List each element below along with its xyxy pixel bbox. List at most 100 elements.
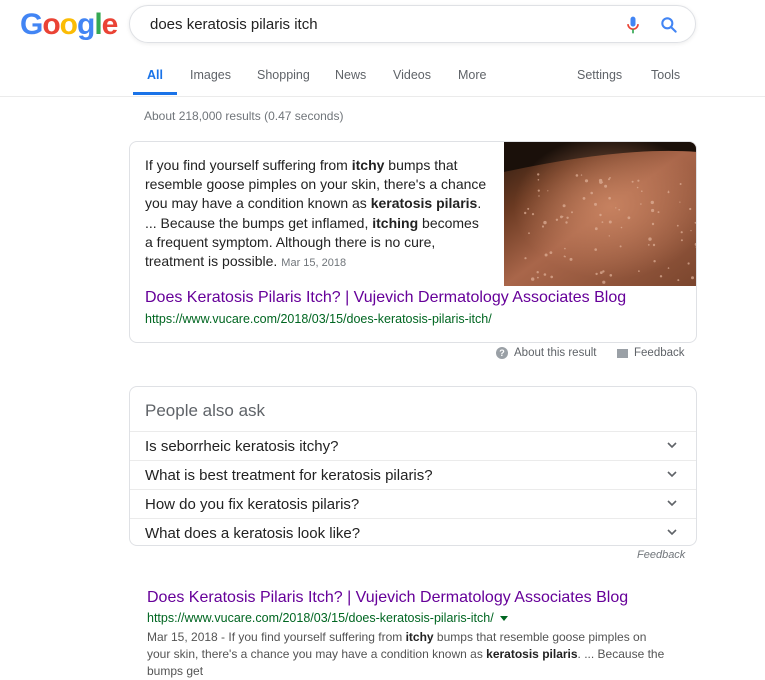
feedback-label: Feedback xyxy=(634,347,685,359)
skin-bump xyxy=(618,208,620,211)
paa-question[interactable]: What does a keratosis look like? xyxy=(130,518,696,547)
paa-heading: People also ask xyxy=(145,401,266,420)
skin-bump xyxy=(636,186,639,189)
snippet-title-link[interactable]: Does Keratosis Pilaris Itch? | Vujevich … xyxy=(145,289,626,307)
skin-bump xyxy=(555,218,559,221)
chevron-down-icon xyxy=(667,529,677,536)
skin-bump xyxy=(563,255,566,258)
skin-bump xyxy=(679,183,682,185)
tab-tools[interactable]: Tools xyxy=(651,68,680,82)
paa-question[interactable]: What is best treatment for keratosis pil… xyxy=(130,460,696,489)
skin-bump xyxy=(524,257,527,260)
paa-question[interactable]: How do you fix keratosis pilaris? xyxy=(130,489,696,518)
search-icon[interactable] xyxy=(659,15,679,35)
search-input[interactable] xyxy=(148,15,612,34)
bold-term: itchy xyxy=(351,157,385,173)
skin-bump xyxy=(615,207,617,209)
skin-bump xyxy=(679,201,681,203)
skin-bump xyxy=(599,213,602,217)
text-segment: - If you find yourself suffering from xyxy=(217,630,406,644)
skin-bump xyxy=(531,277,535,281)
skin-bump xyxy=(694,221,696,224)
skin-bump xyxy=(627,216,631,220)
skin-bump xyxy=(594,227,598,231)
logo-letter: o xyxy=(59,8,78,41)
tab-shopping[interactable]: Shopping xyxy=(257,68,310,82)
skin-bump xyxy=(580,174,583,176)
bold-term: itching xyxy=(372,214,419,231)
people-also-ask: People also ask Is seborrheic keratosis … xyxy=(129,386,697,546)
skin-bump xyxy=(620,226,623,229)
result-title-link[interactable]: Does Keratosis Pilaris Itch? | Vujevich … xyxy=(147,589,628,607)
skin-bump xyxy=(657,211,660,214)
skin-bump xyxy=(647,244,650,246)
skin-bump xyxy=(537,276,539,279)
skin-bump xyxy=(543,220,547,225)
skin-bump xyxy=(608,220,612,224)
skin-bump xyxy=(601,221,604,223)
skin-bump xyxy=(571,211,573,214)
skin-bump xyxy=(569,257,573,261)
paa-feedback[interactable]: Feedback xyxy=(637,549,685,561)
about-label: About this result xyxy=(514,347,597,359)
chevron-down-icon xyxy=(667,471,677,478)
skin-bump xyxy=(543,273,547,276)
skin-bump xyxy=(565,221,568,224)
paa-question-text: What does a keratosis look like? xyxy=(145,525,361,542)
skin-bump xyxy=(566,216,569,219)
skin-bump xyxy=(602,280,606,284)
skin-bump xyxy=(650,200,654,205)
skin-bump xyxy=(524,211,527,215)
result-url-text: https://www.vucare.com/2018/03/15/does-k… xyxy=(147,611,494,625)
skin-bump xyxy=(598,178,603,183)
result-url: https://www.vucare.com/2018/03/15/does-k… xyxy=(147,611,508,625)
chevron-down-icon xyxy=(667,442,677,449)
skin-bump xyxy=(648,237,652,241)
tab-more[interactable]: More xyxy=(458,68,486,82)
about-this-result[interactable]: ? About this result xyxy=(496,347,596,359)
search-tabs: All Images Shopping News Videos More Set… xyxy=(0,68,765,97)
skin-bump xyxy=(691,276,694,280)
paa-question[interactable]: Is seborrheic keratosis itchy? xyxy=(130,431,696,460)
skin-bump xyxy=(609,274,613,277)
snippet-text: If you find yourself suffering from itch… xyxy=(145,156,490,273)
skin-bump xyxy=(608,235,610,237)
paa-question-text: How do you fix keratosis pilaris? xyxy=(145,496,360,513)
dropdown-caret-icon[interactable] xyxy=(499,615,508,621)
skin-bump xyxy=(667,191,670,194)
paa-question-text: Is seborrheic keratosis itchy? xyxy=(145,438,339,455)
skin-bump xyxy=(527,207,530,210)
tab-all[interactable]: All xyxy=(133,68,177,95)
microphone-icon[interactable] xyxy=(623,15,643,35)
skin-bump xyxy=(659,275,663,278)
tab-settings[interactable]: Settings xyxy=(577,68,622,82)
help-icon: ? xyxy=(496,347,508,359)
skin-bump xyxy=(538,195,540,197)
bold-term: keratosis pilaris xyxy=(370,195,478,212)
skin-bump xyxy=(562,215,564,218)
text-segment: If you find yourself suffering from xyxy=(145,157,352,173)
bold-term: keratosis pilaris xyxy=(486,647,578,661)
skin-bump xyxy=(562,204,566,208)
skin-bump xyxy=(594,202,597,206)
google-logo[interactable]: Google xyxy=(20,8,118,42)
skin-bump xyxy=(689,207,692,211)
snippet-url: https://www.vucare.com/2018/03/15/does-k… xyxy=(145,312,492,326)
tab-news[interactable]: News xyxy=(335,68,366,82)
skin-bump xyxy=(537,173,540,176)
skin-bump xyxy=(537,189,540,192)
logo-letter: G xyxy=(20,8,43,41)
skin-bump xyxy=(637,179,640,182)
skin-bump xyxy=(640,203,642,205)
skin-bump xyxy=(638,270,640,272)
snippet-image[interactable] xyxy=(504,142,697,286)
snippet-feedback[interactable]: Feedback xyxy=(617,347,685,359)
result-description: Mar 15, 2018 - If you find yourself suff… xyxy=(147,629,667,680)
skin-bump xyxy=(608,196,611,200)
tab-images[interactable]: Images xyxy=(190,68,231,82)
skin-bump xyxy=(619,245,622,248)
tab-videos[interactable]: Videos xyxy=(393,68,431,82)
skin-bump xyxy=(537,179,540,181)
skin-bump xyxy=(680,239,683,242)
skin-bump xyxy=(652,243,656,247)
